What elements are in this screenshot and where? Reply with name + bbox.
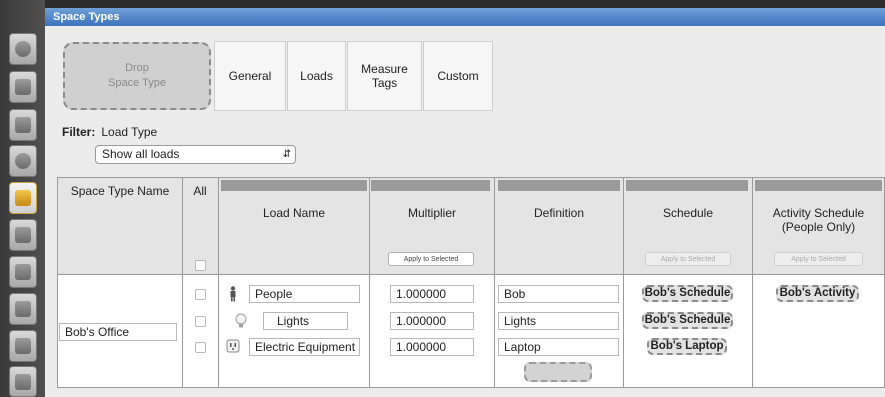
load-name-field[interactable]: Lights: [263, 312, 348, 330]
apply-multiplier-button[interactable]: Apply to Selected: [388, 252, 474, 266]
header-bar: [498, 180, 620, 191]
tab-general[interactable]: General: [214, 41, 286, 111]
geometry-icon[interactable]: [9, 330, 37, 362]
load-name-field[interactable]: People: [249, 285, 360, 303]
select-all-checkbox[interactable]: [195, 260, 206, 271]
definition-field[interactable]: Lights: [498, 312, 619, 330]
load-type-selected: Show all loads: [102, 147, 180, 161]
space-types-grid: Space Type Name All Load Name Multiplier…: [57, 177, 885, 388]
definition-drop-zone[interactable]: [524, 362, 592, 382]
left-sidebar: [0, 0, 45, 397]
window-title: Space Types: [45, 8, 885, 26]
header-bar: [371, 180, 490, 191]
grid-divider: [369, 178, 370, 387]
filter-label: Filter:: [62, 125, 96, 139]
col-header-schedule: Schedule: [662, 206, 714, 220]
col-header-definition: Definition: [533, 206, 585, 220]
grid-divider: [623, 178, 624, 387]
plug-icon[interactable]: [9, 145, 37, 177]
space-type-icon[interactable]: [9, 182, 37, 214]
header-bar: [221, 180, 367, 191]
load-name-field[interactable]: Electric Equipment: [249, 338, 360, 356]
main-content: Drop Space Type General Loads Measure Ta…: [45, 26, 885, 397]
col-header-all: All: [193, 184, 207, 198]
building-blocks-icon[interactable]: [9, 109, 37, 141]
multiplier-field[interactable]: 1.000000: [390, 285, 474, 303]
construction-icon[interactable]: [9, 219, 37, 251]
col-header-space-type-name: Space Type Name: [70, 184, 170, 198]
col-header-activity-schedule: Activity Schedule (People Only): [772, 206, 865, 234]
apply-activity-schedule-button[interactable]: Apply to Selected: [774, 252, 863, 266]
load-type-select[interactable]: Show all loads ⇵: [95, 145, 296, 164]
calendar-icon[interactable]: [9, 71, 37, 103]
schedule-drop-pill[interactable]: Bob's Laptop: [647, 338, 727, 355]
globe-icon[interactable]: [9, 33, 37, 65]
transfer-icon[interactable]: [9, 366, 37, 397]
row-checkbox[interactable]: [195, 289, 206, 300]
space-type-name-field[interactable]: Bob's Office: [59, 323, 177, 341]
row-checkbox[interactable]: [195, 316, 206, 327]
grid-divider: [752, 178, 753, 387]
tab-custom[interactable]: Custom: [423, 41, 493, 111]
thermal-zone-icon[interactable]: [9, 293, 37, 325]
lightbulb-icon: [233, 312, 249, 330]
col-header-load-name: Load Name: [262, 206, 326, 220]
drop-space-type-zone[interactable]: Drop Space Type: [63, 42, 211, 110]
row-checkbox[interactable]: [195, 342, 206, 353]
outlet-icon: [225, 338, 241, 354]
header-bar: [626, 180, 748, 191]
buildings-icon[interactable]: [9, 256, 37, 288]
schedule-drop-pill[interactable]: Bob's Schedule: [642, 312, 733, 329]
filter-type: Load Type: [101, 125, 158, 139]
select-arrows-icon: ⇵: [282, 149, 291, 160]
grid-divider: [182, 178, 183, 387]
apply-schedule-button[interactable]: Apply to Selected: [645, 252, 731, 266]
tab-loads[interactable]: Loads: [287, 41, 346, 111]
multiplier-field[interactable]: 1.000000: [390, 338, 474, 356]
multiplier-field[interactable]: 1.000000: [390, 312, 474, 330]
grid-divider: [218, 178, 219, 387]
col-header-multiplier: Multiplier: [407, 206, 456, 220]
grid-divider: [494, 178, 495, 387]
activity-schedule-drop-pill[interactable]: Bob's Activity: [776, 285, 859, 302]
header-bar: [755, 180, 882, 191]
person-icon: [226, 285, 240, 303]
definition-field[interactable]: Bob: [498, 285, 619, 303]
tab-measure-tags[interactable]: Measure Tags: [347, 41, 422, 111]
definition-field[interactable]: Laptop: [498, 338, 619, 356]
grid-divider: [58, 274, 884, 275]
filter-row: Filter: Load Type: [62, 125, 157, 139]
schedule-drop-pill[interactable]: Bob's Schedule: [642, 285, 733, 302]
